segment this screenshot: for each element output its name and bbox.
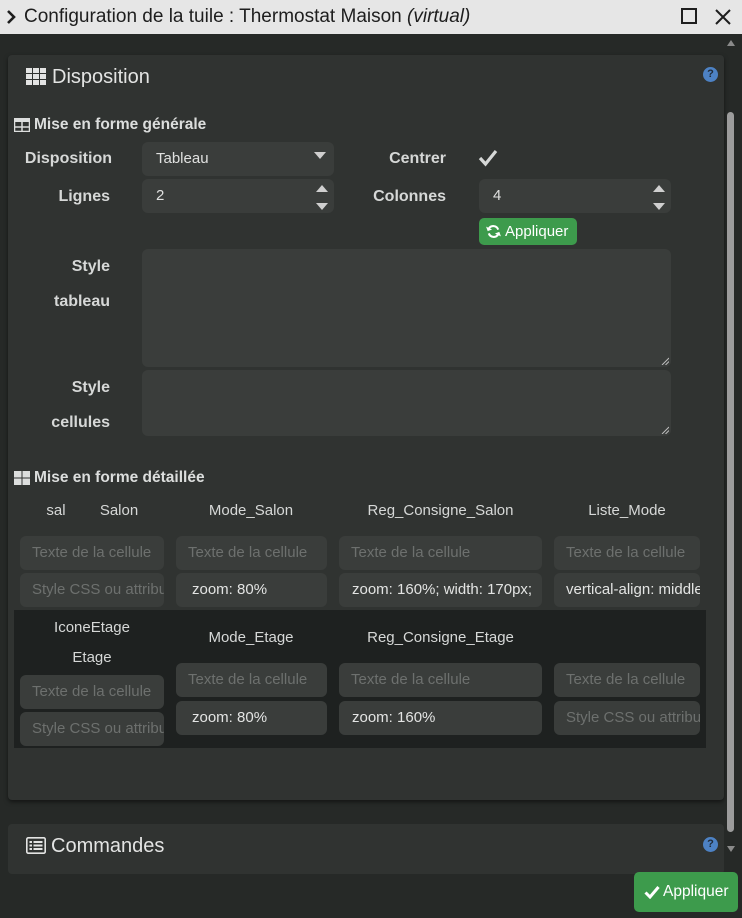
scrollbar-thumb[interactable] (727, 112, 734, 832)
cell-text-input[interactable]: Texte de la cellule (20, 675, 164, 709)
caret-down-icon (314, 152, 326, 159)
disposition-label: Disposition (24, 150, 112, 167)
scroll-up-icon[interactable] (727, 40, 735, 46)
cell-header-name: sal (46, 502, 66, 519)
cell-header-name: Liste_Mode (588, 502, 666, 519)
disposition-select[interactable]: Tableau (142, 142, 334, 176)
cell-text-input[interactable]: Texte de la cellule (554, 536, 700, 570)
help-icon[interactable]: ? (703, 837, 718, 852)
commandes-title: Commandes (51, 835, 165, 857)
cell-text-input[interactable]: Texte de la cellule (176, 536, 327, 570)
cell-style-input[interactable]: vertical-align: middle (554, 573, 700, 607)
cell-style-input[interactable]: zoom: 160% (339, 701, 542, 735)
apply-grid-label: Appliquer (505, 223, 569, 240)
centrer-checkbox[interactable] (478, 148, 498, 168)
apply-grid-button[interactable]: Appliquer (479, 218, 577, 245)
cell-header-name: Mode_Etage (208, 629, 294, 646)
chevron-right-icon[interactable] (4, 8, 18, 26)
style-cellules-label: Style (71, 379, 110, 396)
cell-header-name: Reg_Consigne_Salon (367, 502, 514, 519)
style-cellules-label-2: cellules (51, 414, 110, 431)
stepper-icon[interactable] (653, 181, 665, 211)
cell-style-input[interactable]: Style CSS ou attributs (20, 573, 164, 607)
maximize-icon[interactable] (680, 7, 698, 25)
refresh-icon (486, 225, 501, 238)
lignes-input[interactable]: 2 (142, 179, 334, 213)
cell-header-name: Salon (99, 502, 139, 519)
general-section-title: Mise en forme générale (34, 116, 207, 133)
cell-style-input[interactable]: zoom: 80% (176, 573, 327, 607)
centrer-label: Centrer (389, 150, 446, 167)
resize-grip-icon[interactable] (661, 426, 669, 434)
apply-button[interactable]: Appliquer (634, 872, 738, 912)
cell-text-input[interactable]: Texte de la cellule (20, 536, 164, 570)
cell-text-input[interactable]: Texte de la cellule (176, 663, 327, 697)
colonnes-value: 4 (493, 187, 502, 204)
colonnes-input[interactable]: 4 (479, 179, 671, 213)
cell-header-name: Reg_Consigne_Etage (367, 629, 514, 646)
style-tableau-label: Style (71, 258, 110, 275)
table-icon (14, 471, 30, 485)
cell-style-input[interactable]: Style CSS ou attributs (20, 712, 164, 746)
style-cellules-textarea[interactable] (142, 370, 671, 436)
cell-header-name: Mode_Salon (208, 502, 294, 519)
list-icon (26, 837, 46, 854)
cell-text-input[interactable]: Texte de la cellule (554, 663, 700, 697)
grid-icon (26, 68, 46, 85)
cell-text-input[interactable]: Texte de la cellule (339, 663, 542, 697)
cell-style-input[interactable]: zoom: 160%; width: 170px; (339, 573, 542, 607)
colonnes-label: Colonnes (373, 188, 446, 205)
lignes-label: Lignes (58, 188, 110, 205)
help-icon[interactable]: ? (703, 67, 718, 82)
scrollbar[interactable] (726, 38, 736, 858)
scroll-down-icon[interactable] (727, 846, 735, 852)
window-title: Configuration de la tuile : Thermostat M… (24, 6, 471, 27)
cell-style-input[interactable]: zoom: 80% (176, 701, 327, 735)
cell-header-name: Etage (72, 649, 112, 666)
apply-button-label: Appliquer (663, 883, 729, 900)
cell-text-input[interactable]: Texte de la cellule (339, 536, 542, 570)
detail-section-title: Mise en forme détaillée (34, 469, 205, 486)
cell-style-input[interactable]: Style CSS ou attributs (554, 701, 700, 735)
cell-header-name: IconeEtage (54, 619, 130, 636)
disposition-value: Tableau (156, 150, 209, 167)
style-tableau-textarea[interactable] (142, 249, 671, 367)
disposition-title: Disposition (52, 66, 150, 88)
stepper-icon[interactable] (316, 181, 328, 211)
style-tableau-label-2: tableau (53, 293, 110, 310)
window-titlebar: Configuration de la tuile : Thermostat M… (0, 0, 742, 34)
lignes-value: 2 (156, 187, 165, 204)
table-icon (14, 118, 30, 132)
check-icon (644, 886, 660, 899)
resize-grip-icon[interactable] (661, 357, 669, 365)
close-icon[interactable] (713, 7, 733, 27)
